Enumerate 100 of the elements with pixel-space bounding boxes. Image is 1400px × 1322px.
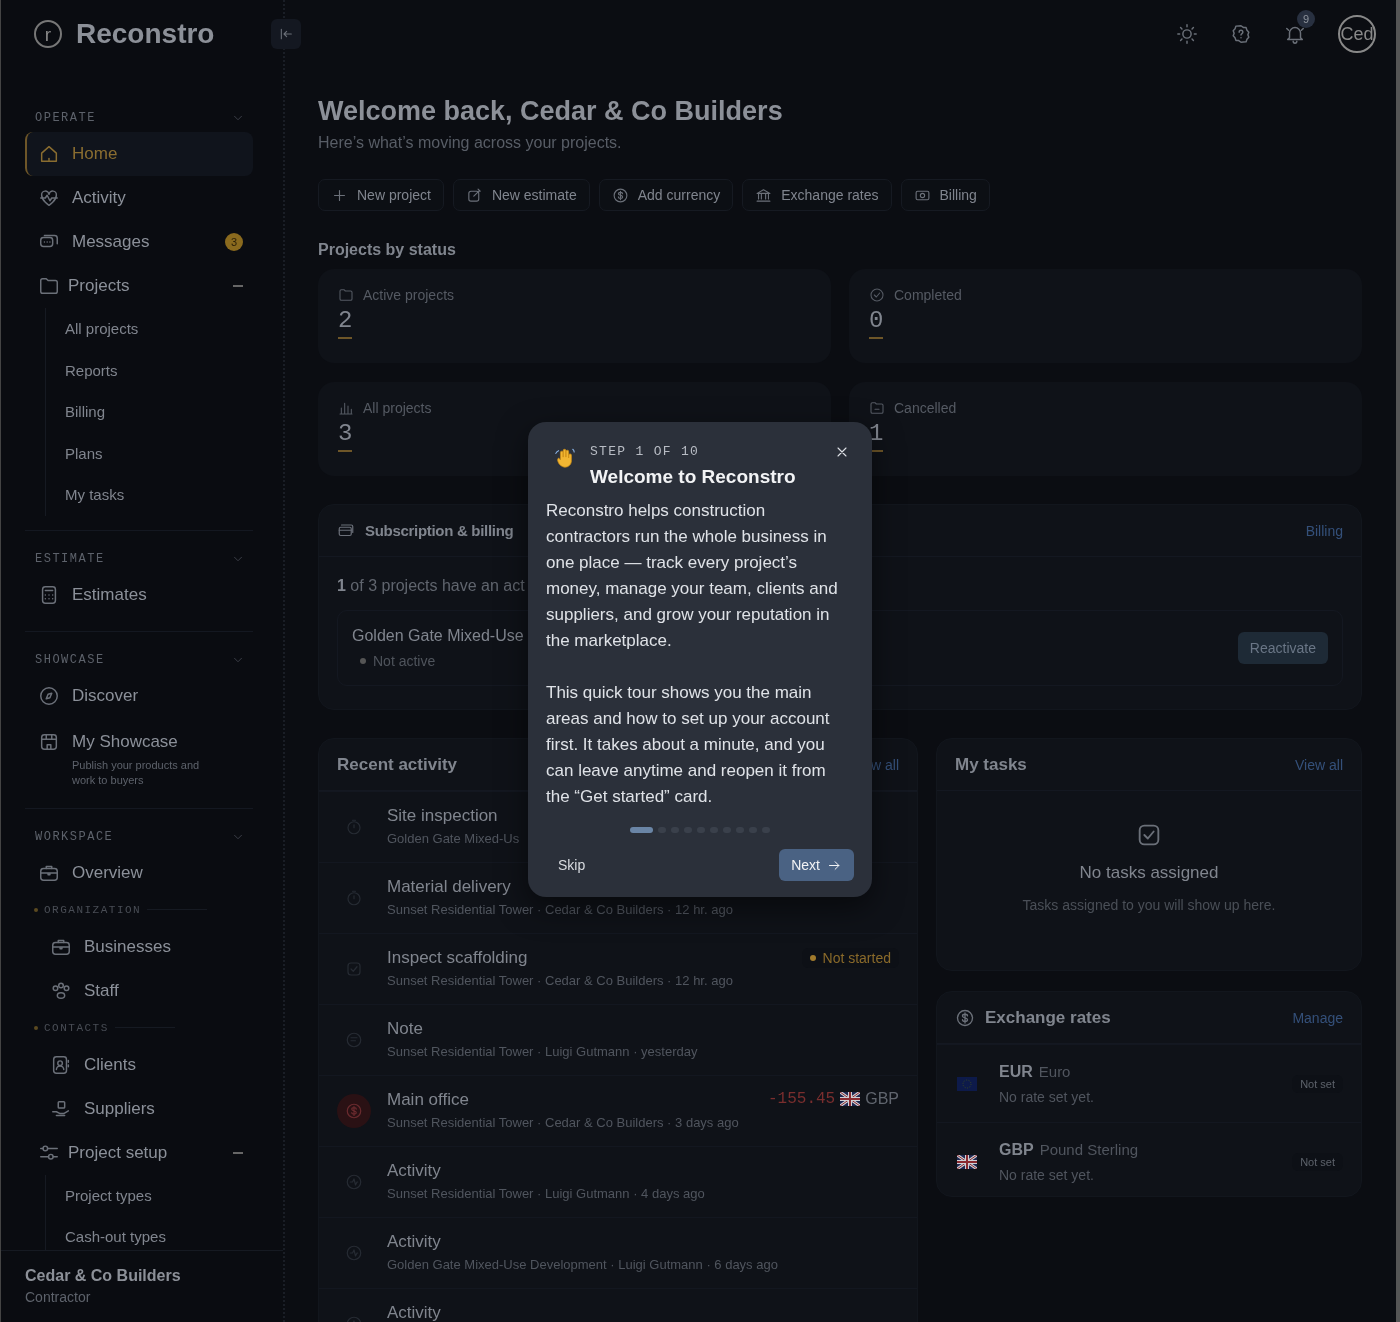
amount: -155.45	[768, 1090, 836, 1108]
quick-action-button[interactable]: New project	[318, 179, 444, 211]
nav-item[interactable]: Messages 3	[25, 220, 253, 264]
activity-icon	[345, 1173, 363, 1191]
subsection-label: ORGANIZATION	[44, 903, 142, 916]
currency-code: GBP	[999, 1140, 1034, 1158]
section-label: ESTIMATE	[35, 551, 105, 566]
contact-card-icon	[50, 1053, 72, 1076]
account-role: Contractor	[25, 1289, 92, 1305]
currency-name: Euro	[1038, 1062, 1071, 1080]
heart-pulse-icon	[38, 187, 60, 209]
activity-title: Note	[387, 1019, 424, 1039]
status-count: 3	[338, 420, 353, 452]
status-label: Active projects	[363, 287, 455, 303]
reactivate-button[interactable]: Reactivate	[1237, 632, 1328, 664]
collapse-icon[interactable]	[233, 1151, 243, 1154]
section-label: WORKSPACE	[35, 829, 114, 844]
nav-subitem[interactable]: All projects	[65, 308, 253, 350]
help-button[interactable]	[1230, 23, 1252, 45]
bar-chart-icon	[338, 400, 354, 416]
nav-item[interactable]: Activity	[25, 176, 253, 220]
dialog-text: This quick tour shows you the main areas and how to set up your account first. It takes about a minute, and you can leave anytime and reopen it from the “Get started” card.	[546, 682, 831, 808]
currency-name: Pound Sterling	[1039, 1140, 1139, 1158]
dollar-icon	[955, 1007, 975, 1028]
theme-toggle-button[interactable]	[1176, 23, 1198, 45]
dollar-icon	[345, 1102, 363, 1120]
activity-title: Activity	[387, 1161, 442, 1181]
item-description: Publish your products and work to buyers	[72, 757, 201, 788]
card-title: Exchange rates	[985, 1007, 1111, 1028]
nav-item[interactable]: Overview	[25, 850, 253, 895]
card-title: Subscription & billing	[365, 522, 514, 539]
skip-button[interactable]: Skip	[546, 851, 598, 879]
section-label: SHOWCASE	[35, 652, 105, 667]
status-label: Completed	[894, 287, 962, 303]
logo-icon: r	[34, 20, 62, 48]
nav-subitem[interactable]: Reports	[65, 349, 253, 391]
empty-state-text: Tasks assigned to you will show up here.	[1022, 897, 1276, 913]
home-icon	[38, 143, 60, 165]
nav-item[interactable]: Businesses	[25, 924, 253, 969]
page-title: Welcome back, Cedar & Co Builders	[318, 95, 784, 127]
activity-meta: Sunset Residential Tower · Cedar & Co Builders · 3 days ago	[387, 1115, 740, 1130]
activity-meta: Sunset Residential Tower · Luigi Gutmann · yesterday	[387, 1044, 699, 1059]
rate-note: No rate set yet.	[999, 1166, 1095, 1183]
timer-icon	[345, 889, 363, 907]
activity-title: Material delivery	[387, 877, 512, 897]
timer-icon	[345, 818, 363, 836]
next-button[interactable]: Next	[779, 849, 854, 881]
nav-subitem[interactable]: Cash-out types	[65, 1216, 253, 1250]
subscription-summary: 1 of 3 projects have an act	[337, 577, 525, 595]
quick-action-button[interactable]: Exchange rates	[742, 179, 892, 211]
bank-icon	[755, 186, 773, 204]
activity-meta: Sunset Residential Tower · Cedar & Co Builders · 12 hr. ago	[387, 973, 734, 988]
nav-item[interactable]: Estimates	[25, 572, 253, 617]
folder-icon	[338, 287, 354, 303]
waving-hand-icon	[554, 446, 576, 470]
nav-item[interactable]: Suppliers	[25, 1086, 253, 1131]
nav-item[interactable]: Home	[25, 132, 253, 176]
folder-icon	[38, 275, 60, 297]
empty-state-title: No tasks assigned	[1079, 863, 1219, 883]
activity-icon	[345, 1244, 363, 1262]
nav-item[interactable]: Projects	[25, 264, 253, 308]
nav-subitem[interactable]: Project types	[65, 1174, 253, 1216]
notification-count: 9	[1297, 10, 1315, 28]
collapse-sidebar-button[interactable]	[271, 19, 301, 49]
step-indicator: STEP 1 OF 10	[590, 444, 701, 459]
nav-item[interactable]: My Showcase	[25, 725, 253, 758]
project-status: Not active	[352, 653, 436, 669]
nav-subitem[interactable]: Billing	[65, 391, 253, 433]
status-label: All projects	[363, 400, 432, 416]
dialog-title: Welcome to Reconstro	[590, 466, 796, 488]
nav-item[interactable]: Discover	[25, 673, 253, 718]
currency-code: EUR	[999, 1062, 1033, 1080]
activity-title: Activity	[387, 1303, 442, 1322]
sun-icon	[1176, 23, 1198, 45]
account-name: Cedar & Co Builders	[25, 1267, 182, 1285]
flag-icon	[840, 1092, 861, 1106]
card-title: My tasks	[955, 754, 1027, 775]
quick-action-button[interactable]: New estimate	[452, 179, 590, 211]
note-icon	[345, 1031, 363, 1049]
quick-action-button[interactable]: Add currency	[598, 179, 734, 211]
checkbox-icon	[345, 960, 363, 978]
activity-meta: Golden Gate Mixed-Use Development · Luigi Gutmann · 6 days ago	[387, 1257, 779, 1272]
nav-subitem[interactable]: My tasks	[65, 474, 253, 516]
activity-meta: Sunset Residential Tower · Luigi Gutmann · 4 days ago	[387, 1186, 706, 1201]
nav-subitem[interactable]: Plans	[65, 432, 253, 474]
quick-action-button[interactable]: Billing	[900, 179, 990, 211]
user-avatar[interactable]: Ced	[1338, 15, 1376, 53]
subsection-label: CONTACTS	[44, 1021, 109, 1034]
dollar-icon	[611, 186, 629, 204]
card-title: Recent activity	[337, 754, 457, 775]
nav-item[interactable]: Clients	[25, 1042, 253, 1087]
project-name: Golden Gate Mixed-Use	[352, 627, 524, 645]
section-label: OPERATE	[35, 111, 96, 125]
flag-icon	[957, 1076, 977, 1091]
flag-icon	[957, 1154, 977, 1169]
activity-meta: Golden Gate Mixed-Us	[387, 831, 521, 846]
nav-item[interactable]: Project setup	[25, 1130, 253, 1175]
activity-title: Main office	[387, 1090, 470, 1110]
currency-code: GBP	[865, 1090, 899, 1108]
nav-item[interactable]: Staff	[25, 968, 253, 1013]
